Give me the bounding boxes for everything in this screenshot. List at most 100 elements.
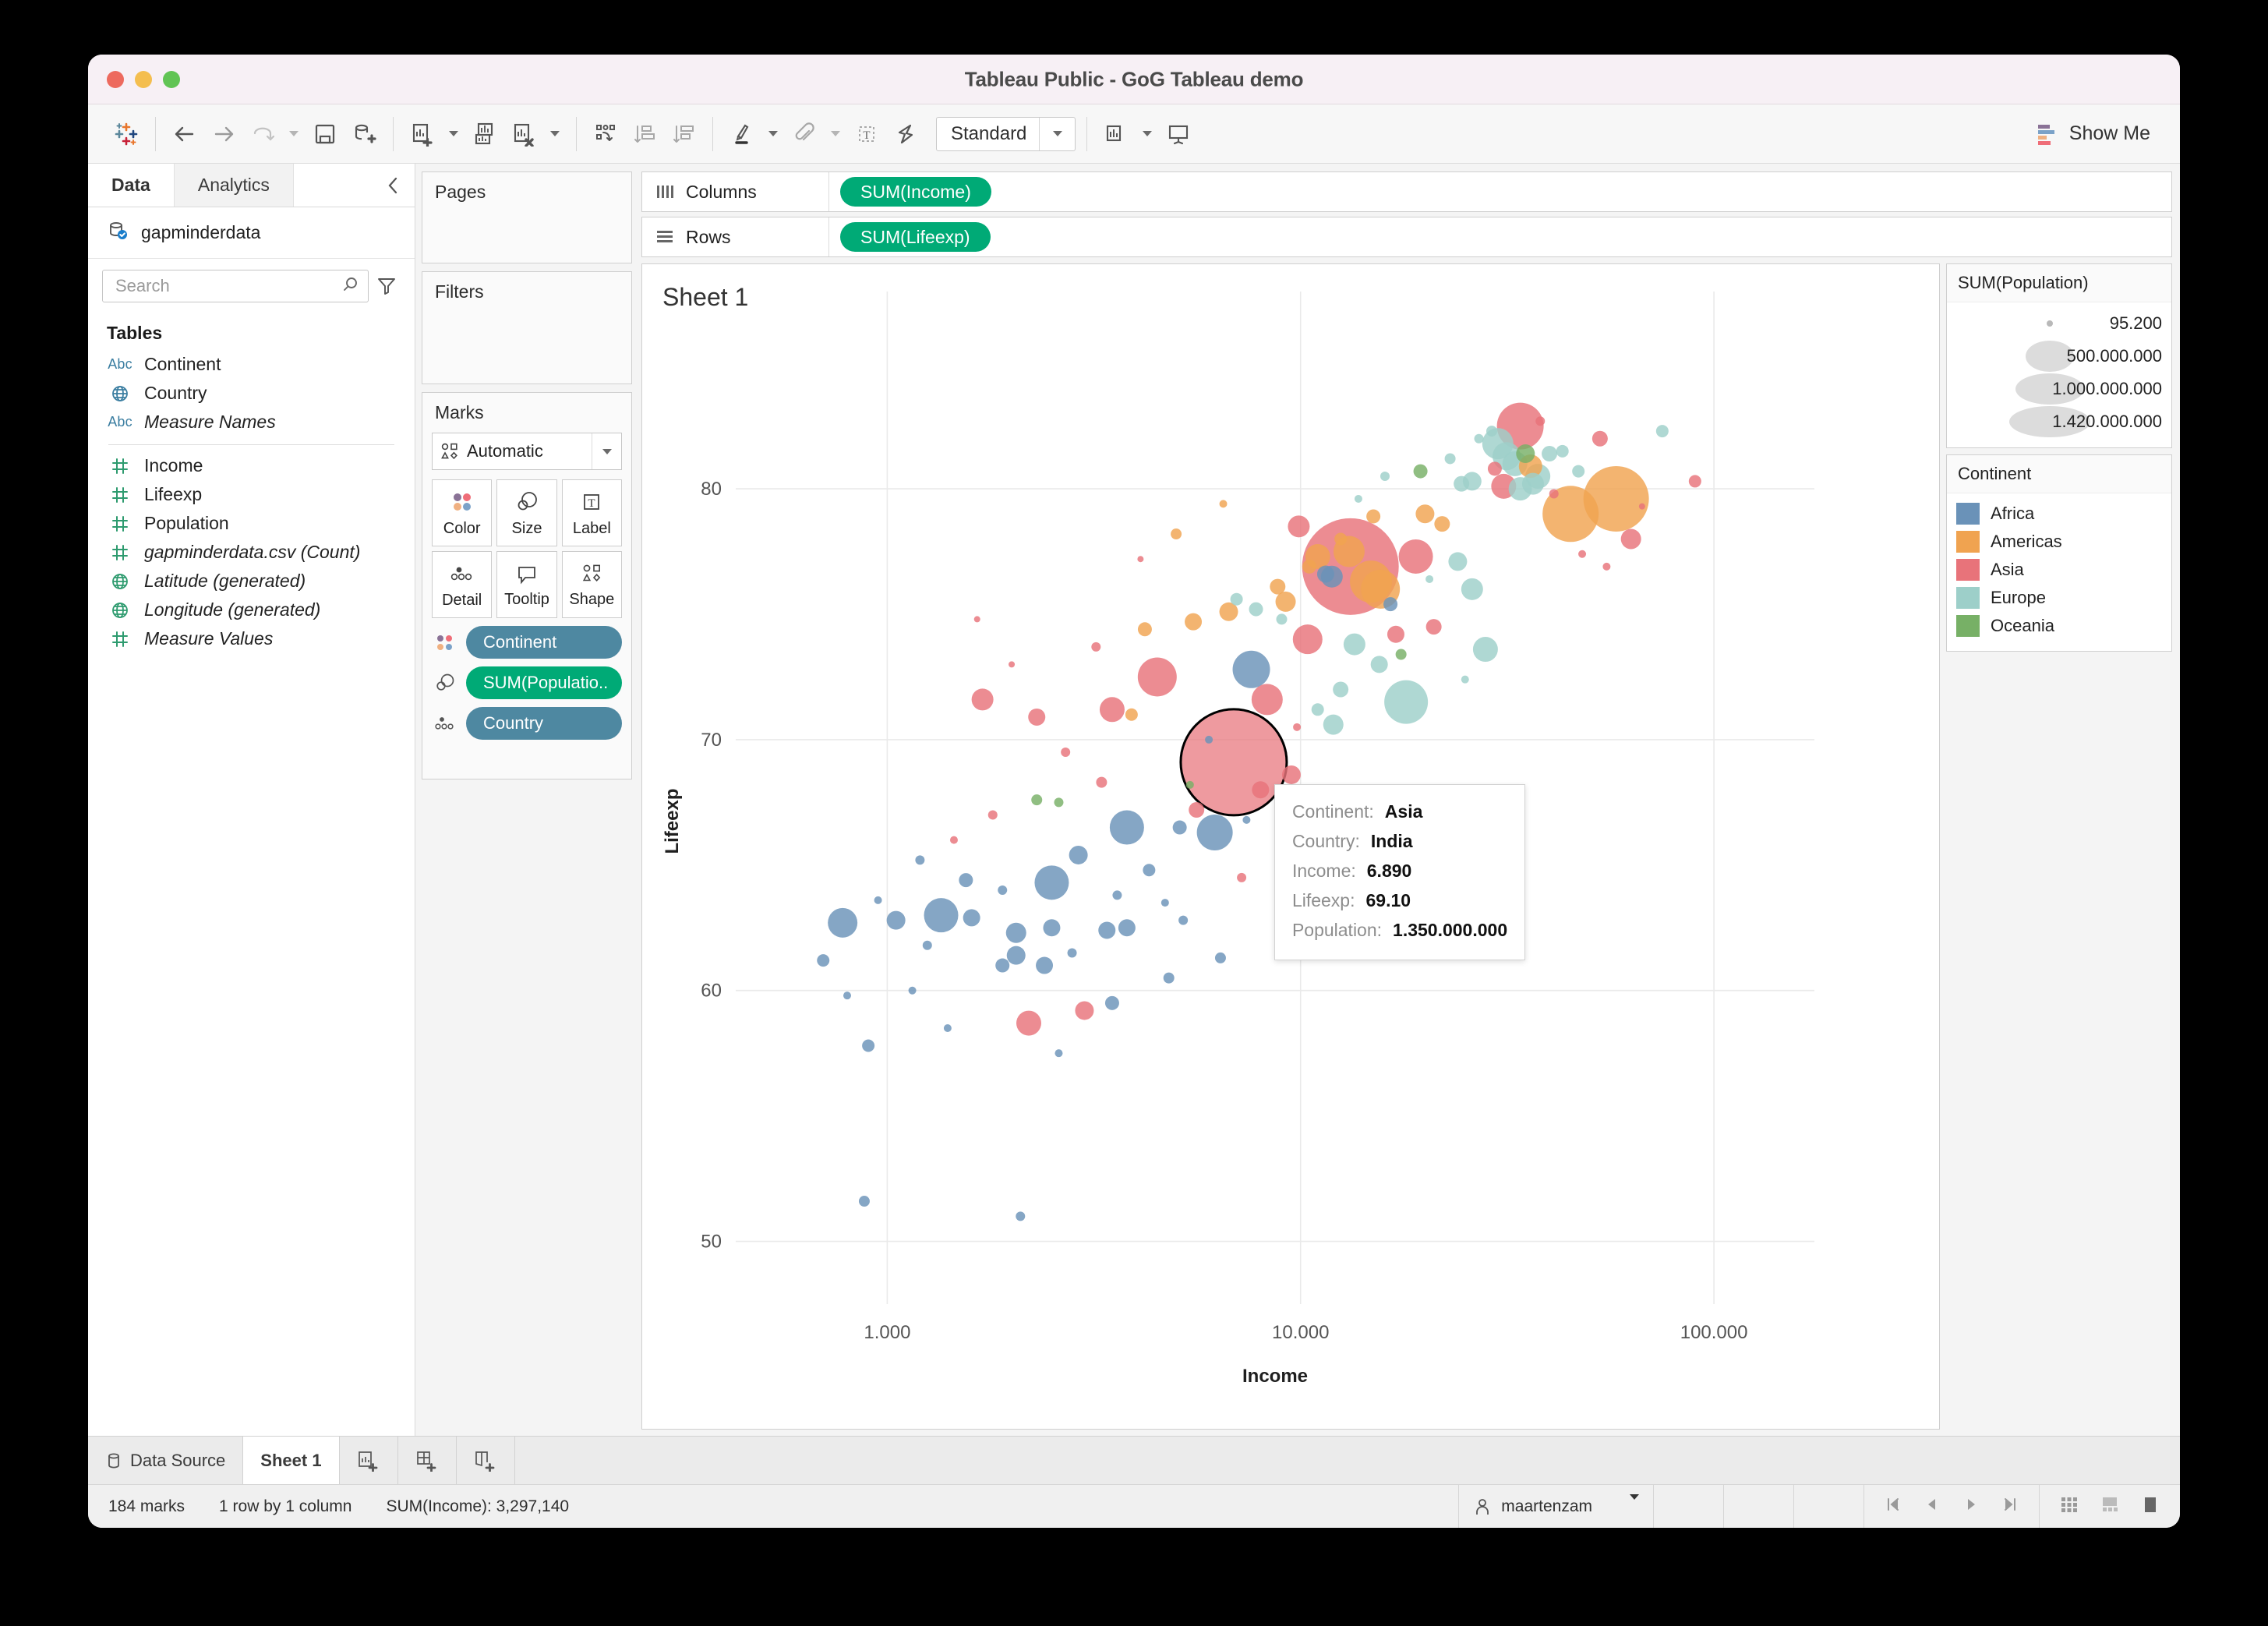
scatter-mark[interactable] <box>963 909 980 927</box>
field-count[interactable]: gapminderdata.csv (Count) <box>88 538 415 567</box>
size-legend-row[interactable]: 1.420.000.000 <box>1956 405 2162 438</box>
scatter-mark[interactable] <box>1067 948 1077 958</box>
scatter-mark[interactable] <box>1288 515 1310 538</box>
highlight-icon[interactable] <box>724 116 760 152</box>
scatter-mark[interactable] <box>1096 776 1108 788</box>
full-view-icon[interactable] <box>2135 1495 2166 1518</box>
rows-shelf-drop[interactable]: SUM(Lifeexp) <box>829 217 2171 256</box>
scatter-mark[interactable] <box>1189 802 1205 818</box>
scatter-mark[interactable] <box>1281 765 1301 784</box>
scatter-mark[interactable] <box>1366 509 1381 524</box>
scatter-mark[interactable] <box>1270 578 1286 595</box>
scatter-mark[interactable] <box>1444 453 1456 465</box>
scatter-mark[interactable] <box>1252 781 1270 799</box>
redo-icon[interactable] <box>245 116 281 152</box>
scatter-mark[interactable] <box>1143 864 1156 877</box>
tab-data-source[interactable]: Data Source <box>88 1437 244 1484</box>
scatter-mark[interactable] <box>1036 956 1054 974</box>
scatter-mark[interactable] <box>1461 578 1483 600</box>
new-story-button[interactable] <box>457 1437 515 1484</box>
scatter-mark[interactable] <box>1006 946 1026 965</box>
scatter-mark[interactable] <box>1054 797 1064 808</box>
field-lifeexp[interactable]: Lifeexp <box>88 480 415 509</box>
scatter-mark[interactable] <box>1043 919 1061 937</box>
scatter-mark[interactable] <box>1333 681 1349 698</box>
scatter-mark[interactable] <box>1415 504 1435 524</box>
scatter-mark[interactable] <box>1137 556 1144 563</box>
field-measure-names[interactable]: Abc Measure Names <box>88 408 415 437</box>
scatter-mark[interactable] <box>1016 1211 1026 1221</box>
swap-rows-columns-icon[interactable] <box>588 116 624 152</box>
scatter-mark[interactable] <box>1028 708 1046 726</box>
scatter-mark[interactable] <box>1237 872 1247 882</box>
scatter-mark[interactable] <box>1249 602 1263 617</box>
scatter-mark[interactable] <box>1137 657 1177 697</box>
last-page-icon[interactable] <box>1995 1496 2025 1517</box>
new-worksheet-button[interactable] <box>340 1437 398 1484</box>
scatter-mark[interactable] <box>1461 675 1469 684</box>
scatter-mark[interactable] <box>1620 528 1641 550</box>
mark-type-caret-icon[interactable] <box>592 433 621 469</box>
size-button[interactable]: Size <box>496 479 557 546</box>
new-worksheet-icon[interactable] <box>404 116 440 152</box>
scatter-mark[interactable] <box>1521 472 1544 495</box>
sort-descending-icon[interactable] <box>666 116 701 152</box>
color-legend-entries[interactable]: Africa Americas Asia Europe Oceania <box>1947 493 2171 651</box>
pages-card[interactable]: Pages <box>422 171 632 263</box>
scatter-mark[interactable] <box>1311 703 1324 716</box>
scatter-mark[interactable] <box>1434 516 1450 532</box>
scatter-mark[interactable] <box>1383 597 1398 612</box>
tableau-logo-icon[interactable] <box>108 116 144 152</box>
scatter-mark[interactable] <box>1009 661 1016 668</box>
scatter-mark[interactable] <box>1214 952 1226 963</box>
scatter-mark[interactable] <box>1205 735 1213 744</box>
scatter-mark[interactable] <box>1591 430 1608 447</box>
scatter-mark[interactable] <box>1572 465 1585 478</box>
search-input-wrapper[interactable] <box>102 270 369 302</box>
forward-arrow-icon[interactable] <box>206 116 242 152</box>
color-legend-row[interactable]: Africa <box>1956 500 2162 528</box>
scatter-mark[interactable] <box>1099 697 1125 723</box>
filter-icon[interactable] <box>376 273 397 299</box>
duplicate-sheet-icon[interactable] <box>467 116 503 152</box>
scatter-mark[interactable] <box>1061 748 1071 757</box>
previous-page-icon[interactable] <box>1917 1496 1947 1517</box>
scatter-mark[interactable] <box>1137 622 1152 637</box>
scatter-mark[interactable] <box>1578 550 1587 558</box>
scatter-mark[interactable] <box>843 992 851 1000</box>
scatter-mark[interactable] <box>1655 425 1669 438</box>
scatter-mark[interactable] <box>1219 500 1228 508</box>
rows-shelf[interactable]: Rows SUM(Lifeexp) <box>641 217 2172 257</box>
scatter-mark[interactable] <box>1370 656 1388 673</box>
scatter-mark[interactable] <box>1602 562 1611 571</box>
field-measure-values[interactable]: Measure Values <box>88 624 415 653</box>
scatter-mark[interactable] <box>1398 539 1433 574</box>
grid-view-icon[interactable] <box>2054 1495 2085 1518</box>
highlight-dropdown-caret-icon[interactable] <box>763 116 783 152</box>
scatter-mark[interactable] <box>1109 810 1144 845</box>
color-legend-row[interactable]: Oceania <box>1956 612 2162 640</box>
scatter-mark[interactable] <box>1688 475 1701 488</box>
new-dashboard-button[interactable] <box>398 1437 457 1484</box>
scatter-mark[interactable] <box>1232 650 1270 688</box>
scatter-mark[interactable] <box>1112 890 1122 900</box>
field-latitude[interactable]: Latitude (generated) <box>88 567 415 596</box>
field-population[interactable]: Population <box>88 509 415 538</box>
field-continent[interactable]: Abc Continent <box>88 350 415 379</box>
scatter-mark[interactable] <box>1293 723 1302 731</box>
scatter-mark[interactable] <box>1171 528 1182 540</box>
detail-button[interactable]: Detail <box>432 551 493 618</box>
field-income[interactable]: Income <box>88 451 415 480</box>
color-legend-row[interactable]: Asia <box>1956 556 2162 584</box>
marks-pill-continent[interactable]: Continent <box>466 626 622 659</box>
field-longitude[interactable]: Longitude (generated) <box>88 596 415 624</box>
scatter-mark[interactable] <box>1380 472 1390 481</box>
scatter-mark[interactable] <box>1016 1010 1041 1036</box>
scatter-mark[interactable] <box>862 1039 875 1052</box>
size-legend-entries[interactable]: 95.200 500.000.000 1.000.000.000 1.420.000.… <box>1947 302 2171 447</box>
scatter-mark[interactable] <box>1535 416 1546 426</box>
attach-dropdown-caret-icon[interactable] <box>825 116 846 152</box>
scatter-mark[interactable] <box>943 1024 952 1032</box>
collapse-pane-icon[interactable] <box>371 164 415 207</box>
scatter-mark[interactable] <box>1275 591 1296 612</box>
